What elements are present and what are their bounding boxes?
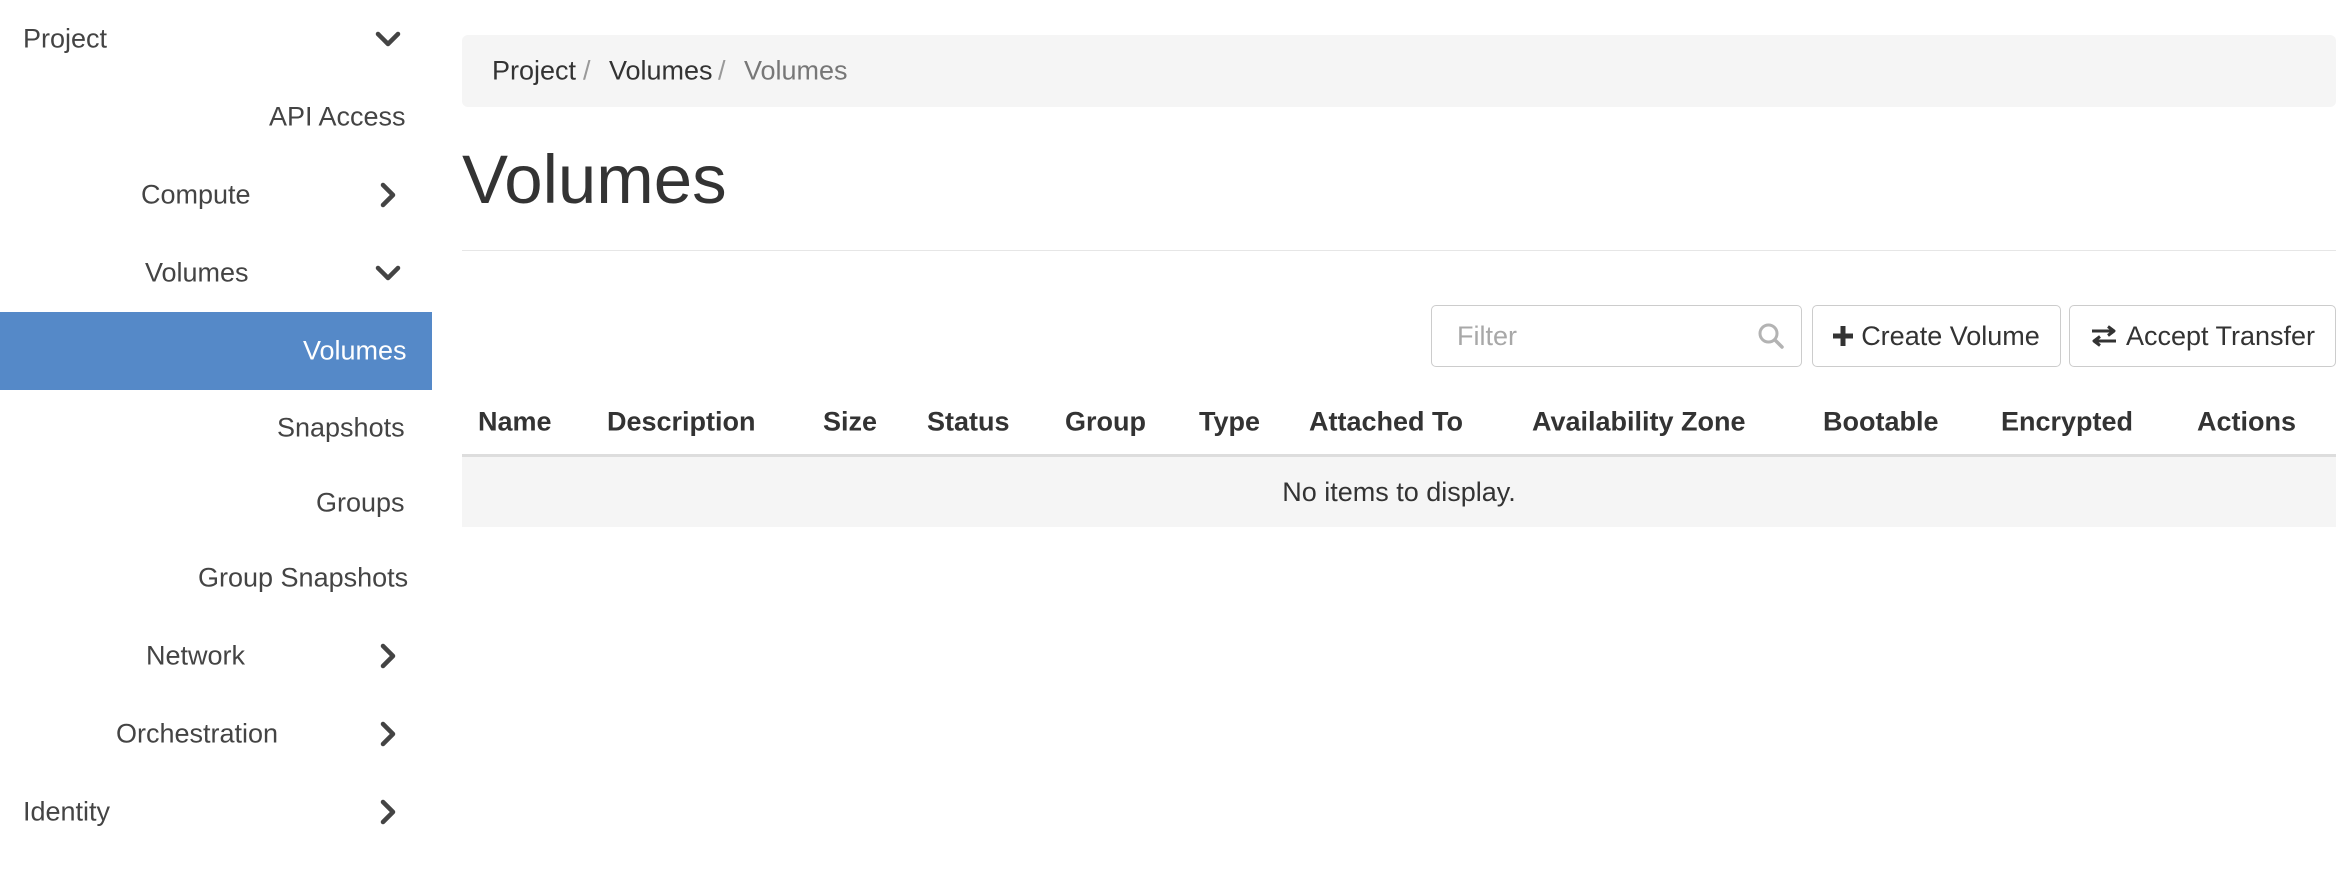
sidebar-item-volumes[interactable]: Volumes: [0, 312, 432, 390]
filter-field[interactable]: [1431, 305, 1802, 367]
column-header-name[interactable]: Name: [478, 407, 552, 438]
sidebar-item-snapshots[interactable]: Snapshots: [0, 389, 432, 467]
column-header-actions: Actions: [2197, 406, 2297, 437]
column-header-type[interactable]: Type: [1199, 407, 1260, 438]
sidebar-item-label: Snapshots: [277, 412, 405, 443]
sidebar-item-label: Project: [23, 23, 108, 54]
table-empty-row: No items to display.: [462, 457, 2336, 527]
sidebar-item-project[interactable]: Project: [0, 0, 432, 78]
sidebar-item-orchestration[interactable]: Orchestration: [0, 695, 432, 773]
sidebar-item-groups[interactable]: Groups: [0, 464, 432, 542]
create-volume-label: Create Volume: [1861, 320, 2040, 351]
breadcrumb-item-volumes[interactable]: Volumes: [609, 56, 713, 87]
column-header-description[interactable]: Description: [607, 407, 756, 438]
main-content: Project / Volumes / Volumes Volumes Crea…: [462, 0, 2336, 882]
column-header-availability-zone[interactable]: Availability Zone: [1532, 407, 1746, 438]
column-header-size[interactable]: Size: [823, 407, 877, 438]
app-window: Project API Access Compute Volumes Volum…: [0, 0, 2350, 882]
sidebar-item-compute[interactable]: Compute: [0, 156, 432, 234]
breadcrumb-separator: /: [583, 55, 591, 86]
column-header-group[interactable]: Group: [1065, 407, 1146, 438]
chevron-right-icon: [373, 180, 403, 210]
chevron-right-icon: [373, 797, 403, 827]
exchange-icon: [2090, 325, 2118, 347]
chevron-down-icon: [373, 24, 403, 54]
page-title: Volumes: [462, 141, 727, 218]
sidebar-item-group-snapshots[interactable]: Group Snapshots: [0, 539, 432, 617]
chevron-right-icon: [373, 641, 403, 671]
filter-input[interactable]: [1432, 306, 1742, 366]
empty-message: No items to display.: [1282, 476, 1516, 507]
column-header-status[interactable]: Status: [927, 407, 1010, 438]
sidebar-item-label: Orchestration: [116, 718, 279, 749]
plus-icon: [1833, 326, 1854, 346]
column-header-attached-to[interactable]: Attached To: [1309, 407, 1463, 438]
sidebar-item-identity[interactable]: Identity: [0, 773, 432, 851]
create-volume-button[interactable]: Create Volume: [1812, 305, 2061, 367]
search-icon[interactable]: [1757, 322, 1785, 350]
sidebar-item-label: Identity: [23, 796, 111, 827]
volumes-table-header: Name Description Size Status Group Type …: [462, 390, 2336, 457]
breadcrumb-item-current: Volumes: [744, 55, 848, 86]
breadcrumb-separator: /: [718, 55, 726, 86]
sidebar-item-network[interactable]: Network: [0, 617, 432, 695]
column-header-encrypted[interactable]: Encrypted: [2001, 407, 2133, 438]
sidebar-item-label: API Access: [269, 101, 406, 132]
sidebar-item-label: Network: [146, 640, 246, 671]
accept-transfer-label: Accept Transfer: [2125, 320, 2316, 351]
sidebar-item-label: Groups: [316, 487, 405, 518]
sidebar-item-label: Compute: [141, 179, 251, 210]
sidebar-item-volumes-group[interactable]: Volumes: [0, 234, 432, 312]
column-header-bootable[interactable]: Bootable: [1823, 407, 1939, 438]
accept-transfer-button[interactable]: Accept Transfer: [2069, 305, 2336, 367]
chevron-down-icon: [373, 258, 403, 288]
breadcrumb-item-project[interactable]: Project: [492, 56, 576, 87]
sidebar-item-label: Volumes: [145, 257, 249, 288]
sidebar: Project API Access Compute Volumes Volum…: [0, 0, 432, 882]
sidebar-item-label: Group Snapshots: [198, 562, 409, 593]
breadcrumb: Project / Volumes / Volumes: [462, 35, 2336, 107]
sidebar-item-label: Volumes: [303, 335, 407, 366]
chevron-right-icon: [373, 719, 403, 749]
sidebar-item-api-access[interactable]: API Access: [0, 78, 432, 156]
title-divider: [462, 250, 2336, 251]
